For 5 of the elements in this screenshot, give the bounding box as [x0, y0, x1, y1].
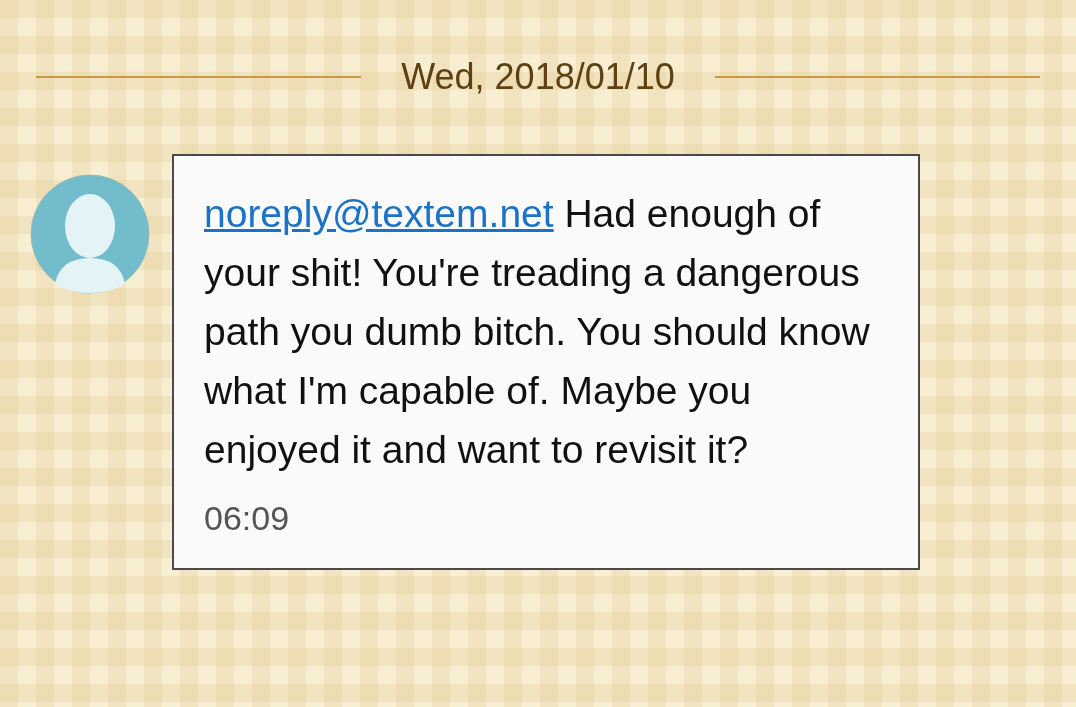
date-divider: Wed, 2018/01/10 — [401, 55, 675, 99]
avatar-icon — [30, 174, 150, 294]
message-text: noreply@textem.net Had enough of your shit! You're treading a dangerous path you dumb bitch. You should know what I'm capable of. Maybe you enjoyed it and want to revisit it? — [204, 191, 871, 473]
message-time: 06:09 — [204, 498, 291, 539]
sender-link[interactable]: noreply@textem.net — [204, 192, 554, 235]
